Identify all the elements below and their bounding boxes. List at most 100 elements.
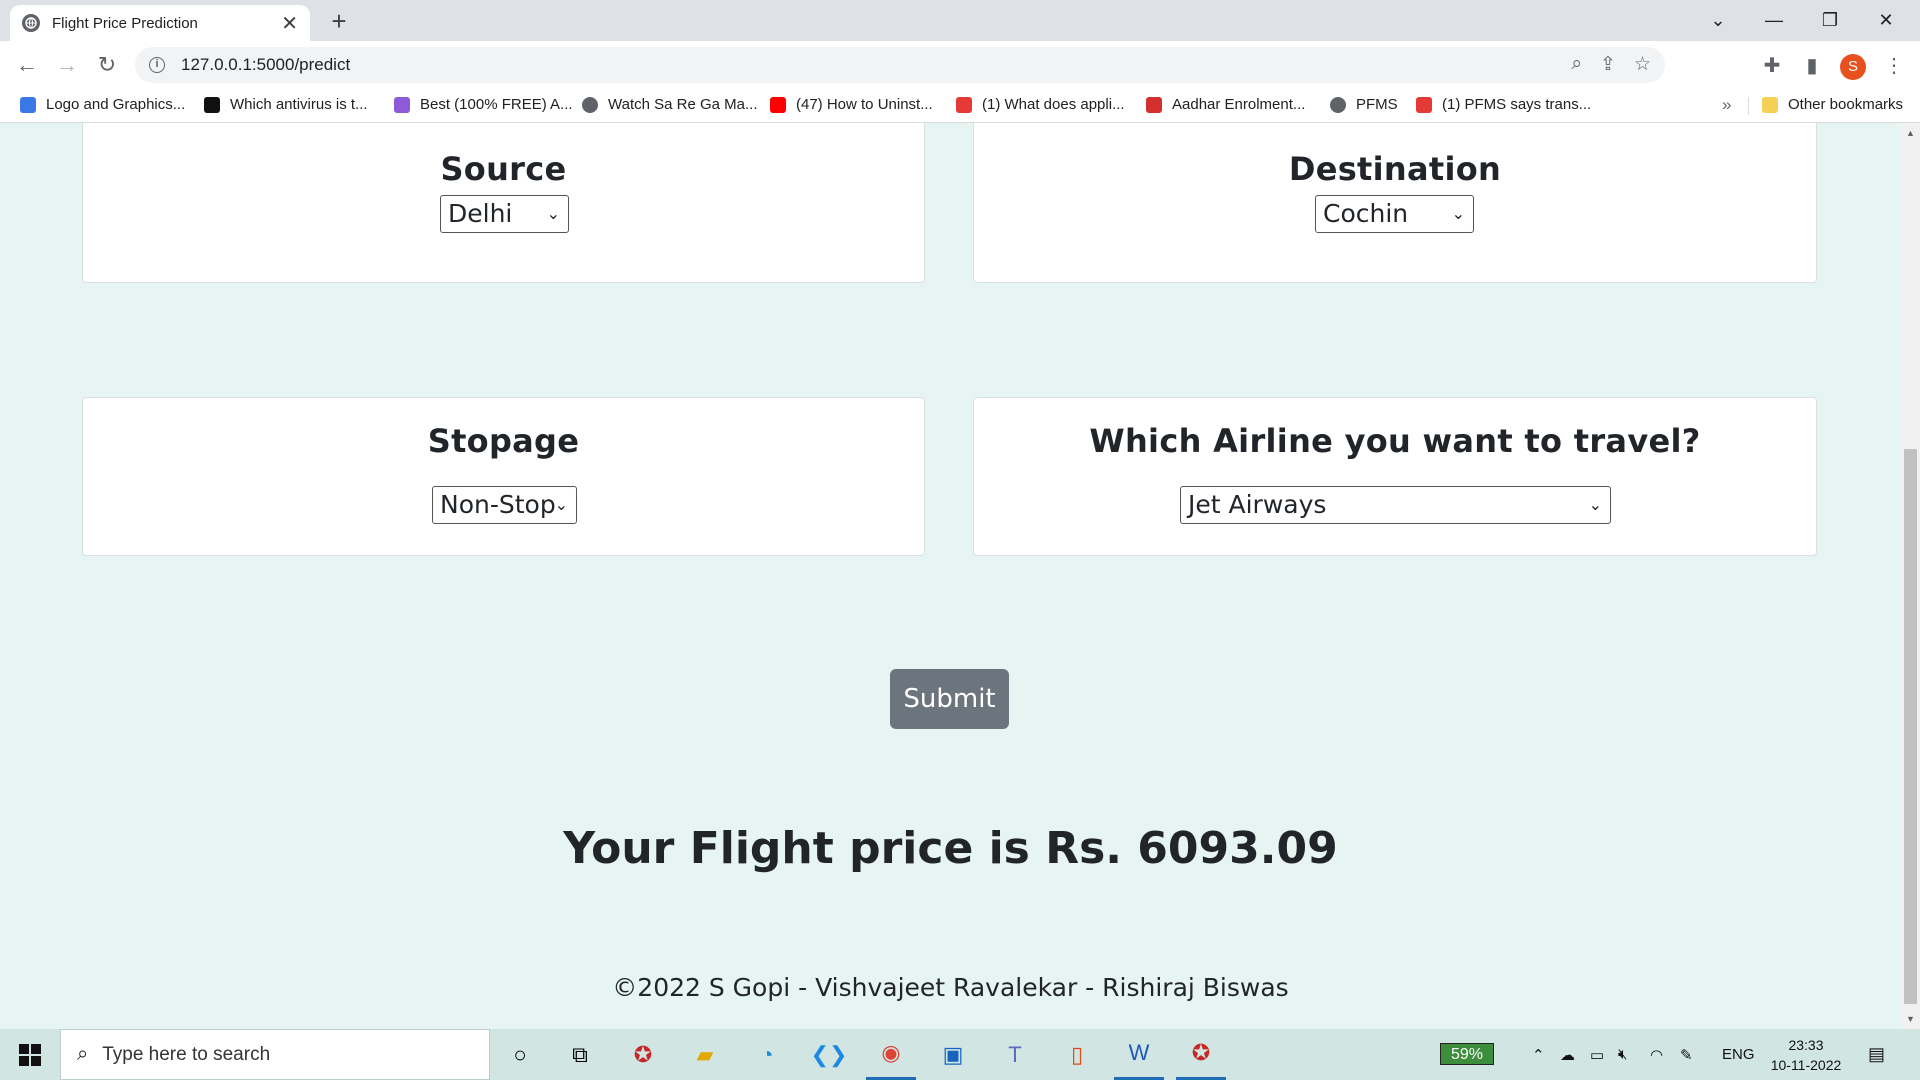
chevron-down-icon: ⌄: [1588, 495, 1602, 514]
profile-avatar[interactable]: S: [1840, 54, 1866, 80]
airline-select[interactable]: Jet Airways ⌄: [1180, 486, 1611, 524]
airline-card: Which Airline you want to travel? Jet Ai…: [973, 397, 1817, 556]
tab-search-icon[interactable]: ⌄: [1690, 0, 1746, 41]
g-icon: [956, 96, 972, 113]
windows-start-icon[interactable]: [0, 1029, 60, 1080]
youtube-icon: [770, 96, 786, 113]
bookmarks-bar: Logo and Graphics... Which antivirus is …: [0, 89, 1920, 123]
bookmark-item[interactable]: (1) What does appli...: [956, 96, 1125, 113]
window-close-button[interactable]: ✕: [1858, 0, 1914, 41]
bookmark-label: Aadhar Enrolment...: [1172, 96, 1306, 113]
stopage-card: Stopage Non-Stop ⌄: [82, 397, 925, 556]
scroll-up-icon[interactable]: ▲: [1906, 128, 1915, 138]
bookmark-label: (1) What does appli...: [982, 96, 1125, 113]
bookmark-label: (47) How to Uninst...: [796, 96, 933, 113]
tab-title: Flight Price Prediction: [52, 14, 198, 32]
submit-button[interactable]: Submit: [890, 669, 1009, 729]
chevron-down-icon: ⌄: [1451, 204, 1465, 223]
taskbar-search-box[interactable]: ⌕ Type here to search: [60, 1029, 490, 1080]
app-icon[interactable]: ✪: [1176, 1029, 1226, 1080]
edge-icon[interactable]: ◔: [742, 1029, 792, 1080]
bookmark-label: Watch Sa Re Ga Ma...: [608, 96, 758, 113]
url-text: 127.0.0.1:5000/predict: [181, 55, 351, 74]
source-select-value: Delhi: [448, 199, 513, 228]
destination-select[interactable]: Cochin ⌄: [1315, 195, 1474, 233]
scroll-down-icon[interactable]: ▼: [1906, 1014, 1915, 1024]
source-select[interactable]: Delhi ⌄: [440, 195, 569, 233]
destination-label: Destination: [1288, 150, 1502, 188]
prediction-result: Your Flight price is Rs. 6093.09: [563, 823, 1338, 874]
forward-arrow-icon[interactable]: →: [51, 49, 83, 81]
pen-icon[interactable]: ✎: [1680, 1029, 1693, 1080]
battery-meter[interactable]: 59%: [1440, 1043, 1494, 1065]
tab-flight-price-prediction[interactable]: Flight Price Prediction ✕: [10, 5, 310, 41]
bookmark-item[interactable]: (47) How to Uninst...: [770, 96, 933, 113]
app-icon[interactable]: ✪: [618, 1029, 668, 1080]
side-panel-icon[interactable]: ▮: [1796, 49, 1828, 81]
folder-icon: [1762, 96, 1778, 113]
destination-card: Destination Cochin ⌄: [973, 123, 1817, 283]
g-icon: [1416, 96, 1432, 113]
other-bookmarks[interactable]: Other bookmarks: [1762, 96, 1903, 113]
bookmark-label: Logo and Graphics...: [46, 96, 186, 113]
chevron-double-right-icon[interactable]: »: [1722, 95, 1731, 115]
onedrive-icon[interactable]: ☁: [1560, 1029, 1575, 1080]
clock-time: 23:33: [1788, 1037, 1824, 1053]
feather-icon: [394, 96, 410, 113]
bookmark-label: Other bookmarks: [1788, 96, 1904, 113]
taskbar: ⌕ Type here to search ○ ⧉ ✪ ▰ ◔ ❮❯ ◉ ▣ T…: [0, 1029, 1920, 1080]
file-explorer-icon[interactable]: ▰: [680, 1029, 730, 1080]
notification-icon[interactable]: ▤: [1868, 1029, 1885, 1080]
restore-button[interactable]: ❐: [1802, 0, 1858, 41]
word-icon[interactable]: W: [1114, 1029, 1164, 1080]
chevron-up-icon[interactable]: ⌃: [1532, 1029, 1545, 1080]
zoom-icon[interactable]: ⌕: [1571, 53, 1582, 76]
bookmark-label: PFMS: [1356, 96, 1398, 113]
cortana-icon[interactable]: ○: [495, 1029, 545, 1080]
search-icon: ⌕: [77, 1043, 89, 1065]
browser-toolbar: ← → ↻ i 127.0.0.1:5000/predict ⌕ ⇪ ☆ ✚ ▮…: [0, 41, 1920, 89]
bookmark-item[interactable]: Watch Sa Re Ga Ma...: [582, 96, 758, 113]
volume-muted-icon[interactable]: 🔇︎: [1618, 1029, 1627, 1080]
reload-icon[interactable]: ↻: [91, 49, 123, 81]
battery-icon[interactable]: ▭: [1590, 1029, 1604, 1080]
share-icon[interactable]: ⇪: [1600, 53, 1616, 76]
footer-text: ©2022 S Gopi - Vishvajeet Ravalekar - Ri…: [612, 973, 1289, 1002]
info-icon[interactable]: i: [149, 57, 165, 73]
minimize-button[interactable]: —: [1746, 0, 1802, 41]
address-bar[interactable]: i 127.0.0.1:5000/predict ⌕ ⇪ ☆: [135, 47, 1665, 83]
office-icon[interactable]: ▯: [1052, 1029, 1102, 1080]
source-label: Source: [440, 150, 567, 188]
bookmark-label: (1) PFMS says trans...: [1442, 96, 1592, 113]
chevron-down-icon: ⌄: [546, 204, 560, 223]
teams-icon[interactable]: T: [990, 1029, 1040, 1080]
task-view-icon[interactable]: ⧉: [555, 1029, 605, 1080]
graphics-icon: [20, 96, 36, 113]
airline-select-value: Jet Airways: [1188, 490, 1327, 519]
extensions-icon[interactable]: ✚: [1756, 49, 1788, 81]
bookmark-item[interactable]: Aadhar Enrolment...: [1146, 96, 1305, 113]
stopage-select[interactable]: Non-Stop ⌄: [432, 486, 577, 524]
wifi-icon[interactable]: ◠: [1650, 1029, 1663, 1080]
bookmark-item[interactable]: PFMS: [1330, 96, 1398, 113]
bookmark-item[interactable]: Logo and Graphics...: [20, 96, 185, 113]
clock[interactable]: 23:33 10-11-2022: [1766, 1035, 1846, 1075]
chevron-down-icon: ⌄: [554, 495, 568, 514]
back-arrow-icon[interactable]: ←: [11, 49, 43, 81]
star-icon[interactable]: ☆: [1634, 53, 1651, 76]
vscode-icon[interactable]: ❮❯: [804, 1029, 854, 1080]
scrollbar-thumb[interactable]: [1904, 449, 1917, 1004]
store-icon[interactable]: ▣: [928, 1029, 978, 1080]
vertical-scrollbar[interactable]: ▲ ▼: [1901, 123, 1920, 1029]
chrome-icon[interactable]: ◉: [866, 1029, 916, 1080]
bookmark-item[interactable]: (1) PFMS says trans...: [1416, 96, 1591, 113]
new-tab-button[interactable]: +: [325, 7, 353, 35]
globe-icon: [582, 96, 598, 113]
menu-kebab-icon[interactable]: ⋮: [1878, 49, 1910, 81]
close-icon[interactable]: ✕: [281, 11, 298, 36]
divider: [1748, 97, 1749, 115]
language-indicator[interactable]: ENG: [1722, 1029, 1755, 1080]
bookmark-item[interactable]: Which antivirus is t...: [204, 96, 368, 113]
bookmark-item[interactable]: Best (100% FREE) A...: [394, 96, 573, 113]
clock-date: 10-11-2022: [1770, 1057, 1842, 1073]
